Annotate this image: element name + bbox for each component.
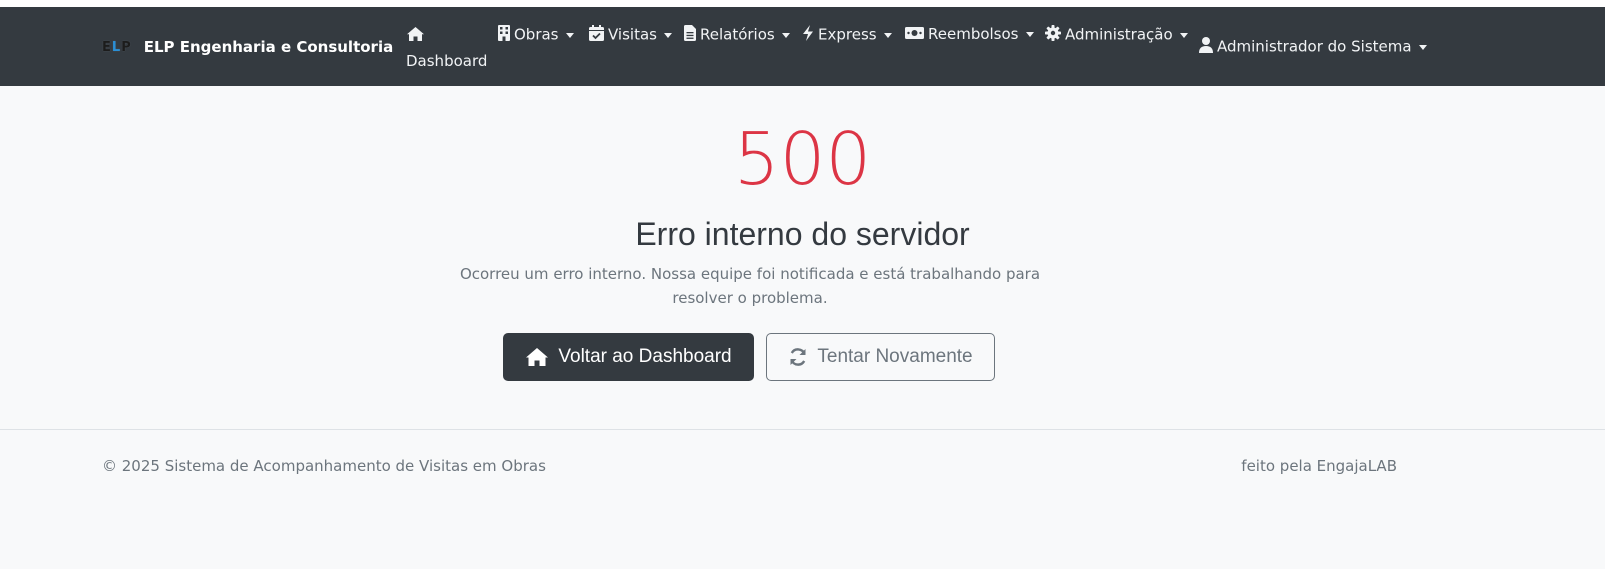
chevron-down-icon (1418, 44, 1427, 50)
top-navbar: ELP ELP Engenharia e Consultoria Dashboa… (0, 7, 1605, 86)
bolt-icon (802, 25, 814, 45)
nav-obras-label: Obras (514, 25, 559, 44)
footer-divider (0, 429, 1605, 430)
file-icon (684, 25, 696, 45)
nav-user-label: Administrador do Sistema (1217, 37, 1412, 56)
error-description: Ocorreu um erro interno. Nossa equipe fo… (459, 265, 1041, 307)
nav-express[interactable]: Express (802, 25, 892, 45)
home-icon (406, 26, 487, 48)
error-title: Erro interno do servidor (635, 216, 970, 252)
home-icon (525, 347, 549, 367)
nav-administracao-label: Administração (1065, 25, 1173, 44)
refresh-icon (788, 347, 808, 367)
chevron-down-icon (883, 32, 892, 38)
nav-express-label: Express (818, 25, 877, 44)
chevron-down-icon (1179, 32, 1188, 38)
nav-relatorios-label: Relatórios (700, 25, 775, 44)
nav-relatorios[interactable]: Relatórios (684, 25, 790, 45)
nav-dashboard[interactable]: Dashboard (406, 26, 487, 72)
chevron-down-icon (565, 32, 574, 38)
brand[interactable]: ELP ELP Engenharia e Consultoria (102, 36, 393, 58)
chevron-down-icon (663, 32, 672, 38)
calendar-check-icon (589, 25, 604, 45)
chevron-down-icon (1025, 32, 1034, 37)
error-code: 500 (733, 117, 872, 201)
retry-button[interactable]: Tentar Novamente (766, 333, 995, 381)
top-band (0, 0, 1605, 7)
nav-visitas[interactable]: Visitas (589, 25, 672, 45)
nav-reembolsos-label: Reembolsos (928, 25, 1019, 43)
nav-dashboard-label: Dashboard (406, 52, 488, 70)
chevron-down-icon (781, 32, 790, 38)
footer-copyright: © 2025 Sistema de Acompanhamento de Visi… (102, 457, 546, 475)
nav-visitas-label: Visitas (608, 25, 657, 44)
money-icon (905, 26, 924, 44)
back-to-dashboard-button[interactable]: Voltar ao Dashboard (503, 333, 754, 381)
nav-user-menu[interactable]: Administrador do Sistema (1199, 37, 1427, 57)
nav-reembolsos[interactable]: Reembolsos (905, 25, 1034, 44)
footer-credit: feito pela EngajaLAB (1241, 457, 1397, 475)
user-icon (1199, 37, 1213, 57)
brand-logo: ELP (102, 39, 132, 55)
nav-obras[interactable]: Obras (498, 25, 574, 45)
retry-label: Tentar Novamente (817, 346, 973, 367)
back-to-dashboard-label: Voltar ao Dashboard (558, 346, 732, 367)
building-icon (498, 25, 510, 45)
brand-name: ELP Engenharia e Consultoria (143, 38, 394, 56)
nav-administracao[interactable]: Administração (1045, 25, 1188, 45)
gear-icon (1045, 25, 1061, 45)
